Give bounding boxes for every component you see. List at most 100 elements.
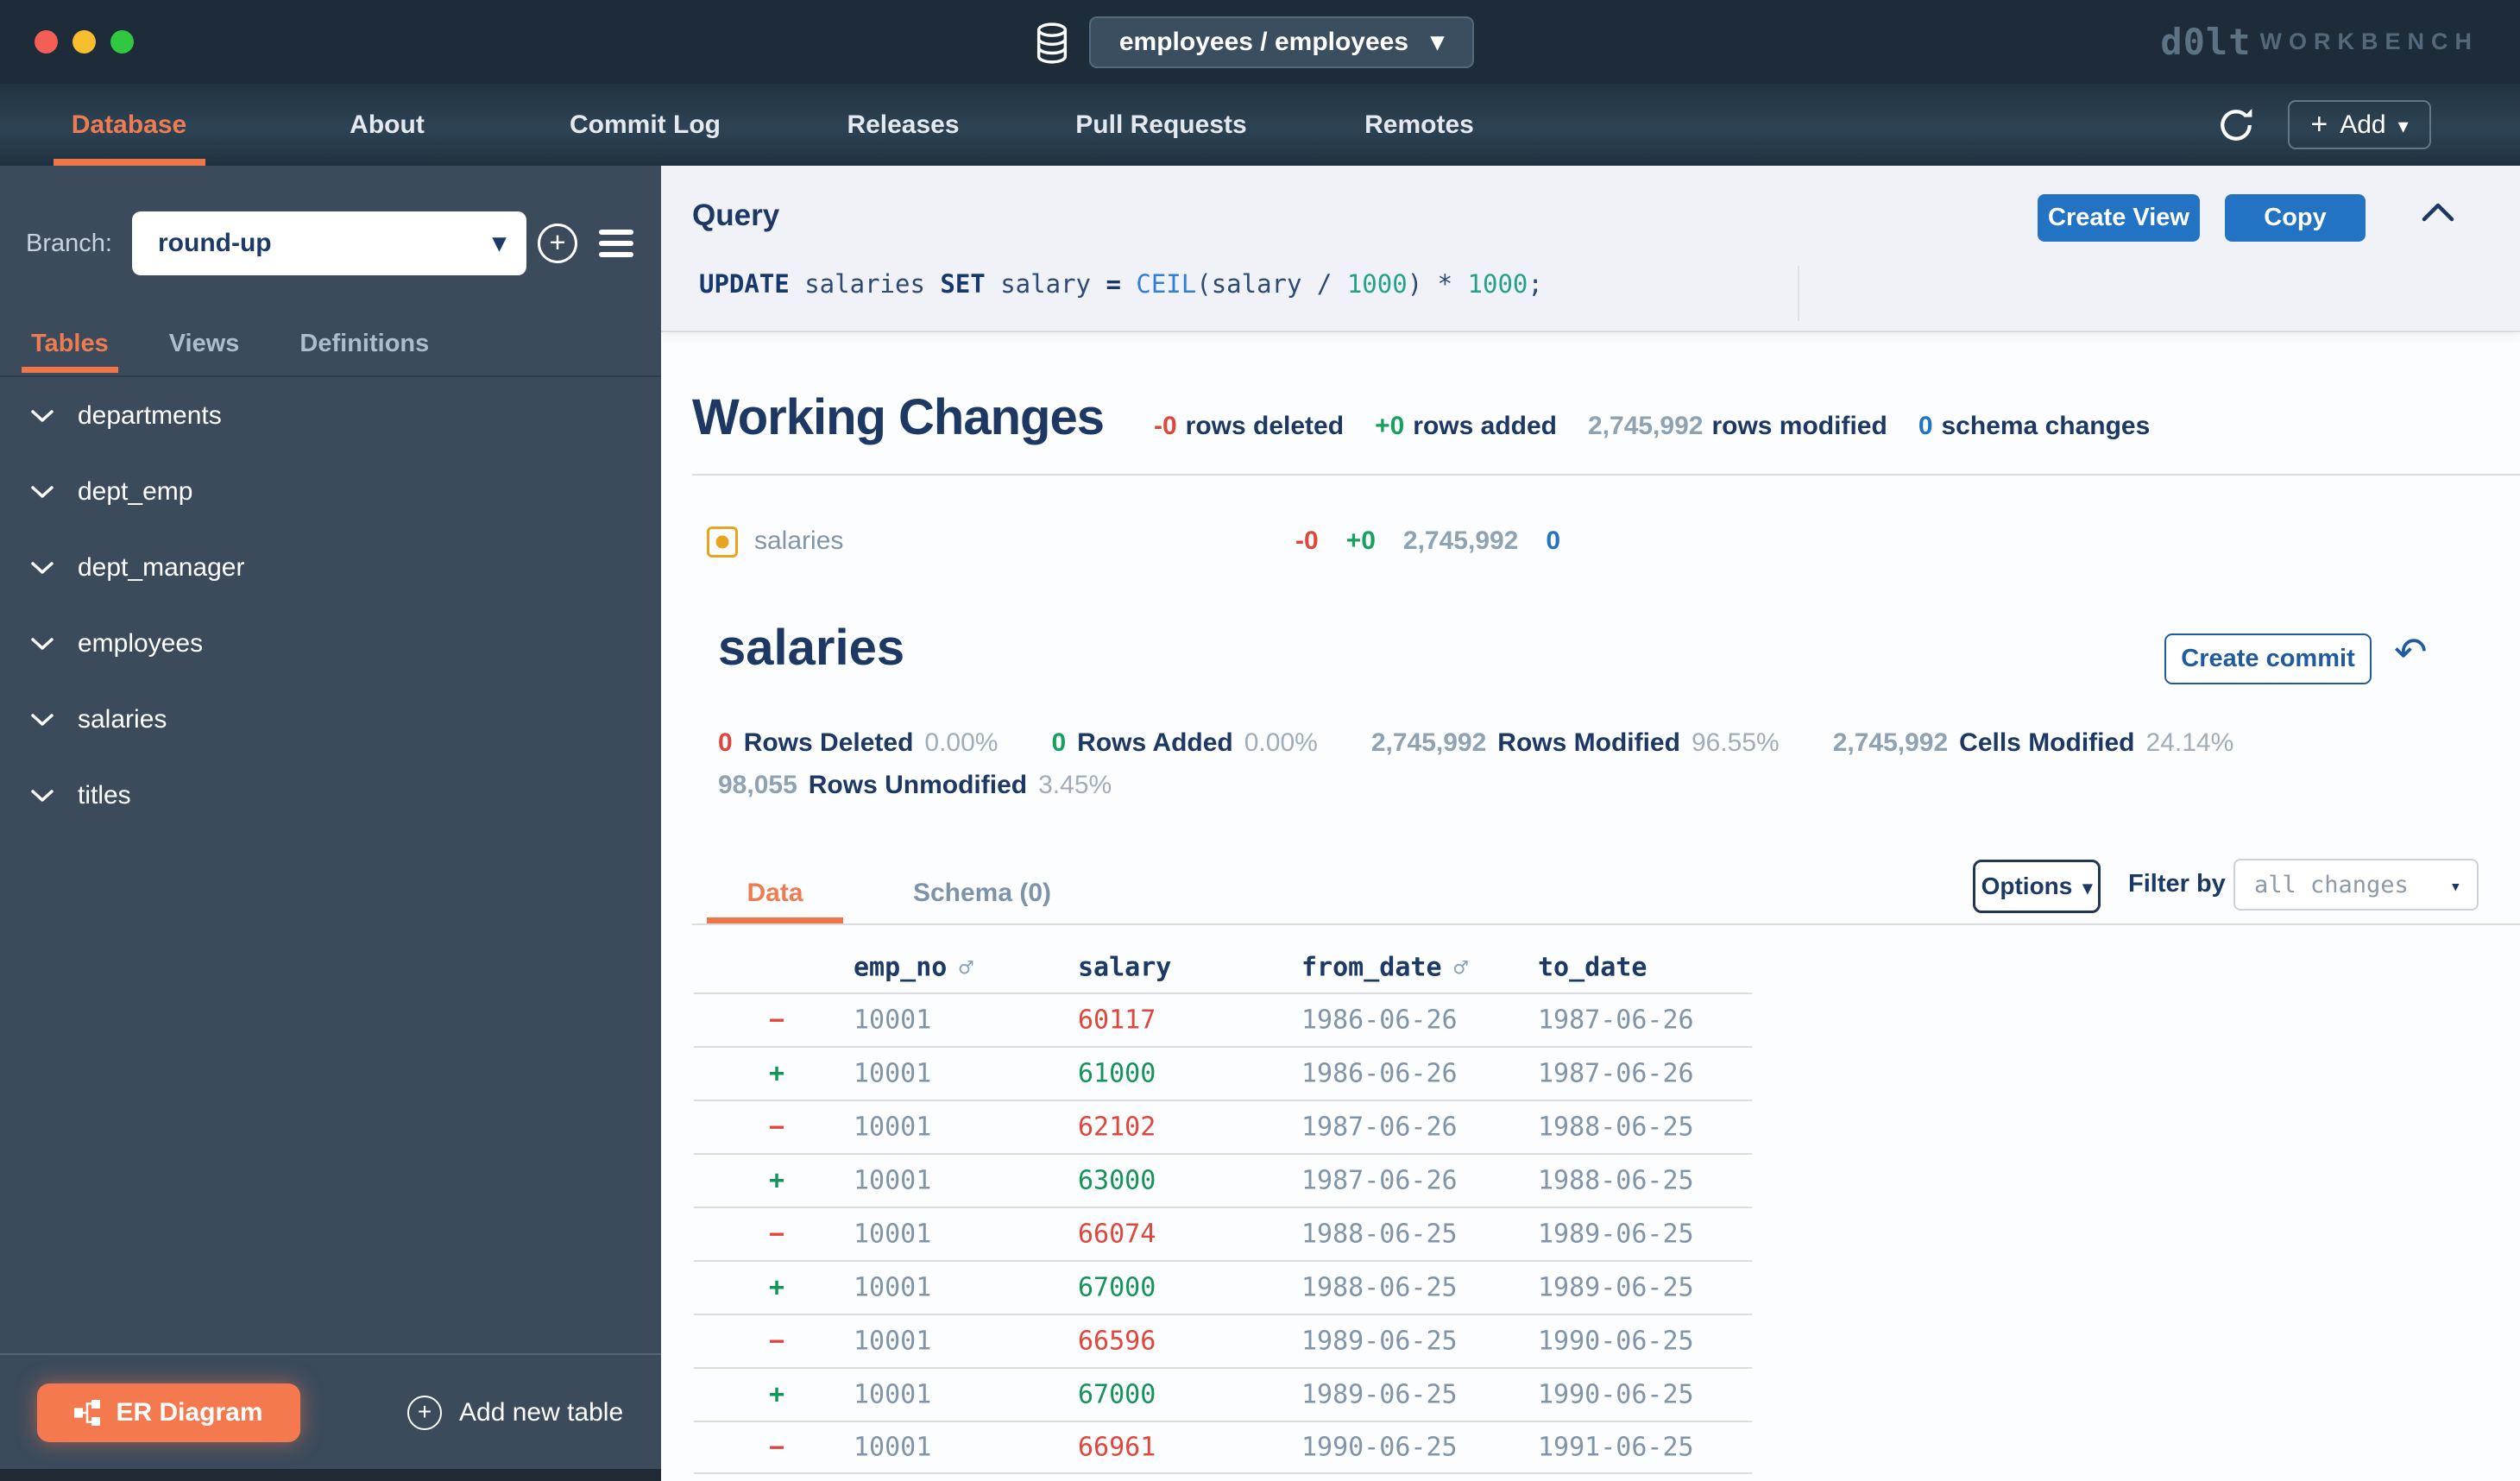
add-new-table-label: Add new table bbox=[459, 1398, 623, 1427]
chevron-down-icon bbox=[2398, 110, 2409, 140]
table-row: +10001670001989-06-251990-06-25 bbox=[694, 1367, 1752, 1421]
sidebar-footer: ER Diagram Add new table bbox=[0, 1353, 661, 1469]
chevron-down-icon bbox=[31, 789, 54, 803]
logo-wordmark: d0lt bbox=[2160, 21, 2251, 63]
sidebar-table-dept-emp[interactable]: dept_emp bbox=[0, 454, 661, 530]
branch-select[interactable]: round-up bbox=[132, 211, 526, 275]
table-row: −10001601171986-06-261987-06-26 bbox=[694, 993, 1752, 1046]
copy-button[interactable]: Copy bbox=[2225, 194, 2366, 242]
sidebar-tabs: Tables Views Definitions bbox=[0, 312, 661, 377]
stat-rows-unmodified: 98,055 Rows Unmodified 3.45% bbox=[718, 771, 1112, 800]
logo-workbench-label: WORKBENCH bbox=[2260, 28, 2479, 55]
er-diagram-icon bbox=[74, 1400, 100, 1426]
branch-label: Branch: bbox=[26, 230, 112, 258]
stat-rows-modified: 2,745,992 Rows Modified 96.55% bbox=[1371, 728, 1780, 758]
column-from-date: from_date bbox=[1301, 953, 1468, 983]
filter-by-label: Filter by bbox=[2128, 870, 2226, 898]
new-branch-button[interactable] bbox=[538, 224, 577, 263]
window-titlebar: employees / employees d0lt WORKBENCH bbox=[0, 0, 2520, 84]
refresh-icon[interactable] bbox=[2216, 105, 2256, 145]
column-to-date: to_date bbox=[1538, 953, 1647, 983]
table-row: +10001610001986-06-261987-06-26 bbox=[694, 1046, 1752, 1100]
stat-rows-added: 0 Rows Added 0.00% bbox=[1051, 728, 1317, 758]
add-button-label: Add bbox=[2340, 110, 2385, 140]
er-diagram-button[interactable]: ER Diagram bbox=[37, 1383, 300, 1442]
minimize-button[interactable] bbox=[72, 30, 96, 54]
summary-rows-added: +0 rows added bbox=[1375, 412, 1557, 441]
primary-key-icon bbox=[1454, 955, 1468, 982]
diff-table-header: emp_no salary from_date to_date bbox=[694, 942, 1752, 993]
table-name: titles bbox=[78, 781, 131, 810]
table-section-heading: salaries bbox=[718, 619, 904, 677]
diff-table-body: −10001601171986-06-261987-06-26 +1000161… bbox=[694, 993, 1752, 1474]
chevron-down-icon bbox=[31, 485, 54, 499]
sidebar-table-salaries[interactable]: salaries bbox=[0, 682, 661, 758]
summary-rows-deleted: -0 rows deleted bbox=[1154, 412, 1344, 441]
query-panel: Query UPDATE salaries SET salary = CEIL(… bbox=[661, 166, 2520, 332]
create-view-button[interactable]: Create View bbox=[2038, 194, 2200, 242]
working-changes-header: Working Changes -0 rows deleted +0 rows … bbox=[692, 388, 2150, 446]
database-icon bbox=[1032, 22, 1072, 65]
zoom-button[interactable] bbox=[110, 30, 134, 54]
table-row: −10001669611990-06-251991-06-25 bbox=[694, 1421, 1752, 1474]
nav-tab-database[interactable]: Database bbox=[0, 84, 258, 166]
diff-stats: 0 Rows Deleted 0.00% 0 Rows Added 0.00% … bbox=[718, 728, 2233, 813]
chevron-down-icon bbox=[2082, 873, 2092, 900]
nav-tab-pull-requests[interactable]: Pull Requests bbox=[1032, 84, 1290, 166]
database-selector[interactable]: employees / employees bbox=[1089, 16, 1474, 68]
menu-icon[interactable] bbox=[599, 230, 633, 257]
create-commit-button[interactable]: Create commit bbox=[2164, 633, 2372, 684]
app-logo: d0lt WORKBENCH bbox=[2160, 0, 2479, 84]
diff-table: emp_no salary from_date to_date −1000160… bbox=[694, 942, 1752, 1474]
sidebar: Branch: round-up Tables Views Definition… bbox=[0, 166, 661, 1481]
modified-status-icon bbox=[707, 526, 738, 558]
main-content: Query UPDATE salaries SET salary = CEIL(… bbox=[661, 166, 2520, 1481]
sidebar-table-titles[interactable]: titles bbox=[0, 758, 661, 834]
table-name: employees bbox=[78, 629, 203, 659]
sql-query[interactable]: UPDATE salaries SET salary = CEIL(salary… bbox=[699, 269, 1543, 299]
chevron-down-icon bbox=[31, 409, 54, 423]
filter-select[interactable]: all changes bbox=[2233, 859, 2479, 911]
table-row: +10001670001988-06-251989-06-25 bbox=[694, 1260, 1752, 1314]
nav-tab-about[interactable]: About bbox=[258, 84, 516, 166]
table-name: dept_manager bbox=[78, 553, 244, 583]
chevron-down-icon bbox=[31, 713, 54, 727]
changed-table-name[interactable]: salaries bbox=[754, 526, 843, 556]
section-divider bbox=[692, 474, 2520, 476]
changed-table-row[interactable]: salaries -0 +0 2,745,992 0 bbox=[661, 514, 2520, 570]
tab-definitions[interactable]: Definitions bbox=[299, 312, 429, 375]
query-heading: Query bbox=[692, 199, 779, 233]
chevron-down-icon bbox=[1431, 28, 1444, 57]
sidebar-table-employees[interactable]: employees bbox=[0, 606, 661, 682]
table-name: salaries bbox=[78, 705, 167, 734]
window-bottom-edge bbox=[0, 1469, 661, 1481]
options-button[interactable]: Options bbox=[1973, 860, 2101, 913]
add-new-table-button[interactable]: Add new table bbox=[407, 1367, 623, 1459]
tab-tables[interactable]: Tables bbox=[31, 312, 109, 375]
table-name: departments bbox=[78, 401, 222, 431]
nav-tab-remotes[interactable]: Remotes bbox=[1290, 84, 1548, 166]
tab-views[interactable]: Views bbox=[169, 312, 240, 375]
nav-tab-releases[interactable]: Releases bbox=[774, 84, 1032, 166]
section-divider bbox=[692, 923, 2520, 925]
add-button[interactable]: Add bbox=[2288, 100, 2431, 149]
undo-icon[interactable] bbox=[2394, 628, 2428, 675]
query-pane-divider bbox=[1798, 266, 1799, 321]
nav-tab-commit-log[interactable]: Commit Log bbox=[516, 84, 774, 166]
primary-key-icon bbox=[959, 955, 973, 982]
branch-select-value: round-up bbox=[158, 229, 272, 258]
collapse-query-icon[interactable] bbox=[2422, 202, 2454, 223]
tab-data[interactable]: Data bbox=[707, 863, 843, 923]
changed-table-counts: -0 +0 2,745,992 0 bbox=[1295, 526, 1560, 556]
close-button[interactable] bbox=[35, 30, 58, 54]
table-row: −10001621021987-06-261988-06-25 bbox=[694, 1100, 1752, 1153]
sidebar-table-dept-manager[interactable]: dept_manager bbox=[0, 530, 661, 606]
chevron-down-icon bbox=[31, 561, 54, 575]
sidebar-table-departments[interactable]: departments bbox=[0, 378, 661, 454]
er-diagram-label: ER Diagram bbox=[116, 1398, 262, 1427]
chevron-down-icon bbox=[2450, 872, 2461, 898]
database-selector-value: employees / employees bbox=[1119, 28, 1408, 57]
chevron-down-icon bbox=[31, 637, 54, 651]
chevron-down-icon bbox=[493, 229, 506, 258]
tab-schema[interactable]: Schema (0) bbox=[909, 863, 1055, 923]
